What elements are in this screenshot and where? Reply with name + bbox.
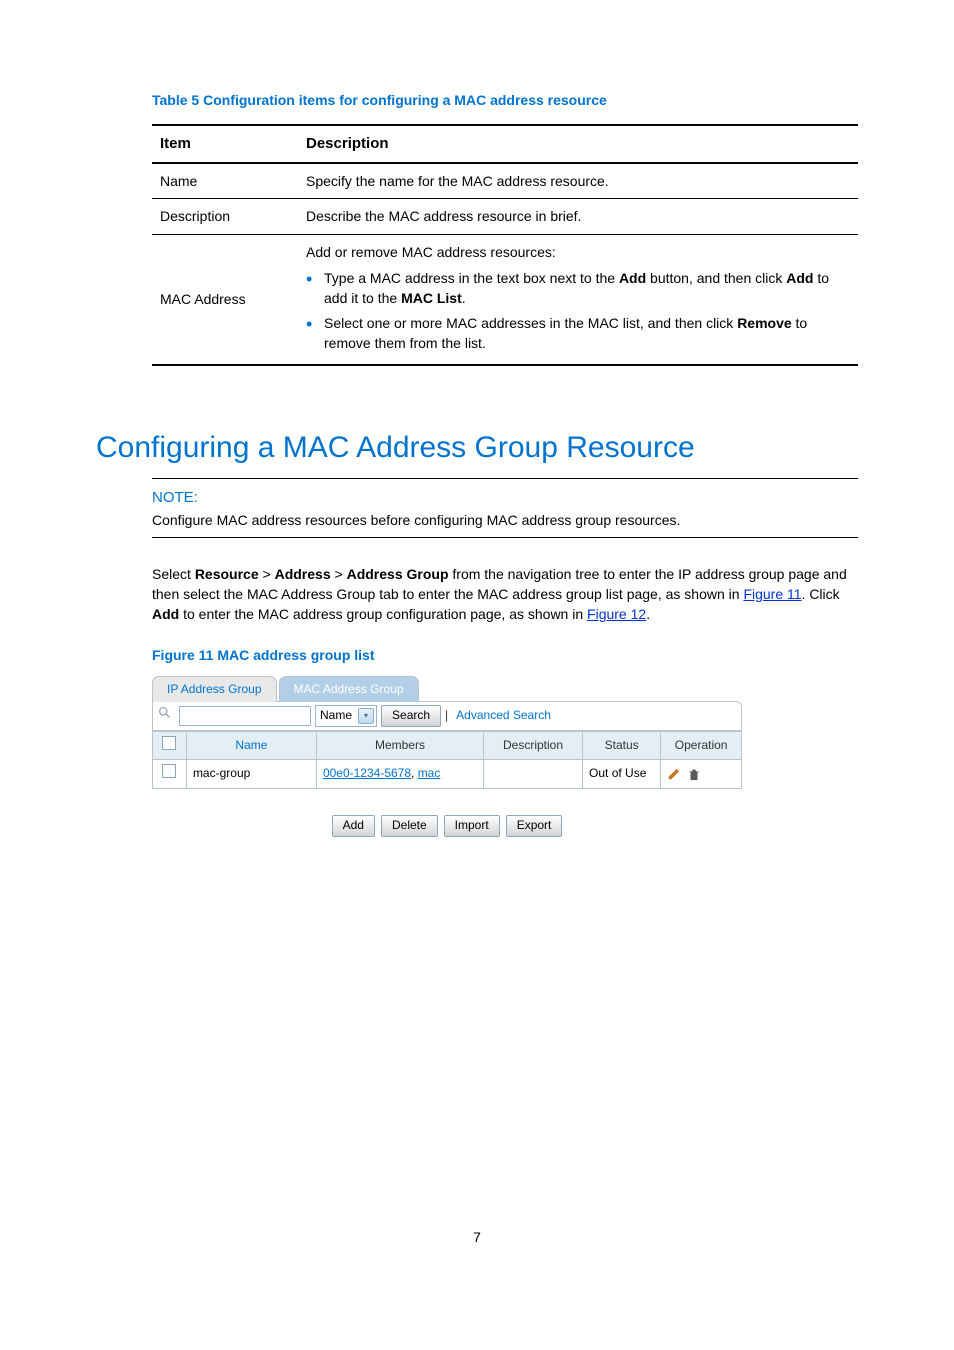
note-label: NOTE:: [152, 487, 858, 509]
search-bar: Name ▾ Search | Advanced Search: [152, 701, 742, 731]
edit-icon[interactable]: [667, 767, 681, 781]
cell-desc-desc: Describe the MAC address resource in bri…: [298, 199, 858, 234]
col-operation: Operation: [661, 731, 742, 759]
text: .: [646, 606, 650, 622]
cell-name: mac-group: [186, 760, 316, 788]
member-link[interactable]: 00e0-1234-5678: [323, 766, 411, 780]
text: >: [259, 566, 275, 582]
note-text: Configure MAC address resources before c…: [152, 510, 858, 537]
cell-operation: [661, 760, 742, 788]
page-number: 7: [96, 1227, 858, 1247]
th-desc: Description: [298, 125, 858, 163]
text: . Click: [802, 586, 840, 602]
trash-icon[interactable]: [687, 767, 701, 781]
cell-desc-name: Specify the name for the MAC address res…: [298, 163, 858, 199]
text: .: [462, 290, 466, 306]
cell-description: [484, 760, 583, 788]
text: ,: [411, 766, 418, 780]
table-row: Name Specify the name for the MAC addres…: [152, 163, 858, 199]
cell-item-desc: Description: [152, 199, 298, 234]
list-item: Type a MAC address in the text box next …: [324, 268, 850, 309]
button-row: Add Delete Import Export: [152, 815, 742, 837]
th-item: Item: [152, 125, 298, 163]
search-button[interactable]: Search: [381, 705, 441, 727]
divider: [152, 478, 858, 479]
cell-status: Out of Use: [583, 760, 661, 788]
member-link[interactable]: mac: [418, 766, 441, 780]
bold: MAC List: [401, 290, 462, 306]
tab-bar: IP Address Group MAC Address Group: [152, 675, 742, 701]
config-table: Item Description Name Specify the name f…: [152, 124, 858, 366]
bold: Add: [152, 606, 179, 622]
list-item: Select one or more MAC addresses in the …: [324, 313, 850, 354]
tab-ip-address-group[interactable]: IP Address Group: [152, 676, 277, 702]
col-members: Members: [316, 731, 483, 759]
tab-mac-address-group[interactable]: MAC Address Group: [279, 676, 419, 702]
text: Type a MAC address in the text box next …: [324, 270, 619, 286]
bold: Address Group: [347, 566, 449, 582]
advanced-search-link[interactable]: Advanced Search: [456, 707, 551, 724]
bold: Resource: [195, 566, 259, 582]
select-value: Name: [320, 707, 352, 724]
results-grid: Name Members Description Status Operatio…: [152, 731, 742, 789]
cell-desc-mac: Add or remove MAC address resources: Typ…: [298, 234, 858, 365]
export-button[interactable]: Export: [506, 815, 563, 837]
bold: Address: [275, 566, 331, 582]
text: >: [331, 566, 347, 582]
col-name[interactable]: Name: [186, 731, 316, 759]
row-checkbox[interactable]: [162, 764, 176, 778]
body-paragraph: Select Resource > Address > Address Grou…: [152, 564, 858, 625]
text: Select: [152, 566, 195, 582]
text: Select one or more MAC addresses in the …: [324, 315, 737, 331]
table-row: MAC Address Add or remove MAC address re…: [152, 234, 858, 365]
add-button[interactable]: Add: [332, 815, 375, 837]
cell-members: 00e0-1234-5678, mac: [316, 760, 483, 788]
bold: Remove: [737, 315, 791, 331]
section-heading: Configuring a MAC Address Group Resource: [96, 426, 858, 470]
table-row: Description Describe the MAC address res…: [152, 199, 858, 234]
text: button, and then click: [646, 270, 786, 286]
search-field-select[interactable]: Name ▾: [315, 705, 377, 727]
link-figure-11[interactable]: Figure 11: [743, 586, 801, 602]
text: to enter the MAC address group configura…: [179, 606, 587, 622]
search-input[interactable]: [179, 706, 311, 726]
link-figure-12[interactable]: Figure 12: [587, 606, 646, 622]
cell-item-mac: MAC Address: [152, 234, 298, 365]
cell-item-name: Name: [152, 163, 298, 199]
search-icon: [158, 706, 171, 725]
chevron-down-icon: ▾: [358, 708, 374, 724]
select-all-checkbox[interactable]: [162, 736, 176, 750]
mac-intro: Add or remove MAC address resources:: [306, 244, 556, 260]
figure-caption: Figure 11 MAC address group list: [152, 645, 858, 665]
import-button[interactable]: Import: [444, 815, 500, 837]
table-caption: Table 5 Configuration items for configur…: [152, 90, 858, 110]
table-row: mac-group 00e0-1234-5678, mac Out of Use: [153, 760, 742, 788]
bold: Add: [786, 270, 813, 286]
figure-11: IP Address Group MAC Address Group Name …: [152, 675, 742, 837]
bold: Add: [619, 270, 646, 286]
col-description: Description: [484, 731, 583, 759]
delete-button[interactable]: Delete: [381, 815, 438, 837]
col-status: Status: [583, 731, 661, 759]
